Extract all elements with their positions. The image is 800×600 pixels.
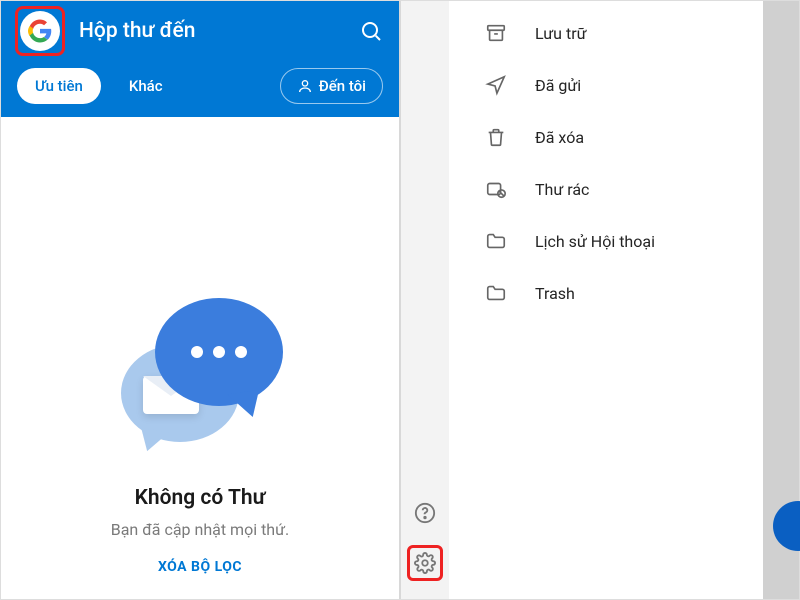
filter-to-me-label: Đến tôi	[319, 77, 366, 95]
inbox-title: Hộp thư đến	[79, 19, 359, 43]
google-logo-icon	[28, 19, 52, 43]
folder-icon	[485, 282, 507, 304]
drawer-panel: Lưu trữ Đã gửi Đã xóa Thư rác	[401, 1, 799, 599]
menu-trash-folder-label: Trash	[535, 284, 575, 303]
menu-archive[interactable]: Lưu trữ	[449, 7, 799, 59]
sent-icon	[485, 74, 507, 96]
menu-spam-label: Thư rác	[535, 180, 589, 199]
help-button[interactable]	[411, 499, 439, 527]
chat-bubble-icon	[155, 298, 283, 406]
account-avatar-button[interactable]	[20, 11, 60, 51]
settings-button-highlight	[407, 545, 443, 581]
empty-title: Không có Thư	[135, 486, 266, 510]
account-button-highlight	[15, 6, 65, 56]
search-button[interactable]	[359, 19, 383, 43]
menu-trash-folder[interactable]: Trash	[449, 267, 799, 319]
menu-deleted-label: Đã xóa	[535, 128, 584, 147]
clear-filter-button[interactable]: XÓA BỘ LỌC	[158, 559, 242, 575]
gear-icon	[414, 552, 436, 574]
folder-icon	[485, 230, 507, 252]
menu-sent[interactable]: Đã gửi	[449, 59, 799, 111]
settings-button[interactable]	[414, 552, 436, 574]
help-icon	[414, 502, 436, 524]
filter-to-me[interactable]: Đến tôi	[280, 68, 383, 104]
inbox-header: Hộp thư đến	[1, 1, 399, 61]
person-icon	[297, 78, 313, 94]
tab-focused[interactable]: Ưu tiên	[17, 68, 101, 104]
tab-other[interactable]: Khác	[111, 68, 181, 104]
menu-conversation-history-label: Lịch sử Hội thoại	[535, 232, 655, 251]
drawer-menu: Lưu trữ Đã gửi Đã xóa Thư rác	[449, 1, 799, 599]
drawer-rail	[401, 1, 449, 599]
menu-archive-label: Lưu trữ	[535, 24, 587, 43]
archive-icon	[485, 22, 507, 44]
tab-focused-label: Ưu tiên	[35, 77, 83, 95]
empty-subtitle: Bạn đã cập nhật mọi thứ.	[111, 520, 289, 539]
inbox-panel: Hộp thư đến Ưu tiên Khác Đến tôi	[1, 1, 399, 599]
inbox-tabs: Ưu tiên Khác Đến tôi	[1, 61, 399, 117]
empty-state: Không có Thư Bạn đã cập nhật mọi thứ. XÓ…	[1, 117, 399, 599]
spam-icon	[485, 178, 507, 200]
menu-sent-label: Đã gửi	[535, 76, 581, 95]
tab-other-label: Khác	[129, 77, 163, 95]
menu-deleted[interactable]: Đã xóa	[449, 111, 799, 163]
empty-illustration	[115, 296, 285, 466]
search-icon	[359, 19, 383, 43]
menu-spam[interactable]: Thư rác	[449, 163, 799, 215]
menu-conversation-history[interactable]: Lịch sử Hội thoại	[449, 215, 799, 267]
trash-icon	[485, 126, 507, 148]
